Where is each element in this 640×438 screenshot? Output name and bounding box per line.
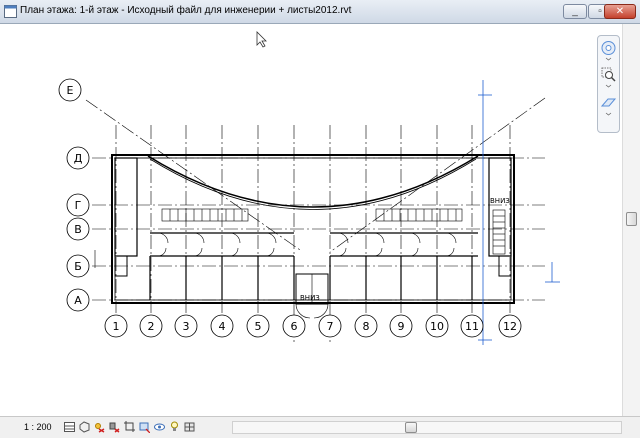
grid-bubble-6[interactable]: 6	[282, 314, 306, 338]
grid-bubble-11[interactable]: 11	[460, 314, 484, 338]
window-title: План этажа: 1-й этаж - Исходный файл для…	[20, 5, 352, 16]
grid-label-А: А	[74, 294, 82, 307]
view-2d-icon[interactable]	[600, 94, 617, 116]
zoom-region-icon[interactable]	[600, 66, 617, 88]
grid-bubble-Д[interactable]: Д	[66, 146, 90, 170]
grid-bubble-7[interactable]: 7	[318, 314, 342, 338]
diagonal-grid-line	[85, 99, 301, 251]
row-grid-lines	[92, 157, 545, 301]
horizontal-scrollbar[interactable]	[232, 421, 622, 434]
view-window-icon	[4, 5, 17, 18]
steering-wheel-icon[interactable]	[600, 39, 617, 61]
vertical-scrollbar[interactable]	[622, 24, 640, 416]
stair-label-right: ВНИЗ	[490, 197, 510, 205]
title-bar: План этажа: 1-й этаж - Исходный файл для…	[0, 0, 640, 24]
stair-label-entrance: ВНИЗ	[300, 294, 320, 302]
grid-bubble-3[interactable]: 3	[174, 314, 198, 338]
grid-bubble-12[interactable]: 12	[498, 314, 522, 338]
grid-bubble-Г[interactable]: Г	[66, 193, 90, 217]
grid-label-Г: Г	[75, 199, 82, 212]
grid-label-4: 4	[219, 320, 226, 333]
grid-label-1: 1	[113, 320, 120, 333]
shadows-icon[interactable]	[109, 421, 120, 433]
grid-bubble-Е[interactable]: Е	[58, 78, 82, 102]
show-crop-icon[interactable]	[139, 421, 150, 433]
door-swings	[157, 232, 457, 319]
interior-stairs	[161, 208, 506, 255]
vertical-scroll-thumb[interactable]	[626, 212, 637, 226]
grid-label-8: 8	[363, 320, 370, 333]
grid-label-10: 10	[430, 320, 444, 333]
grid-label-12: 12	[503, 320, 517, 333]
building-walls	[111, 154, 515, 305]
horizontal-scroll-thumb[interactable]	[405, 422, 417, 433]
view-scale[interactable]: 1 : 200	[24, 422, 52, 432]
reveal-hidden-icon[interactable]	[169, 421, 180, 433]
mouse-cursor-icon	[256, 31, 267, 48]
dimension-markers	[478, 80, 560, 345]
grid-label-В: В	[74, 223, 82, 236]
grid-bubble-В[interactable]: В	[66, 217, 90, 241]
drawing-canvas[interactable]: ВНИЗ ВНИЗ Е Д Г В Б А 1 2 3 4 5 6 7 8 9 …	[0, 24, 622, 416]
grid-label-7: 7	[327, 320, 334, 333]
floor-plan-drawing[interactable]: ВНИЗ ВНИЗ Е Д Г В Б А 1 2 3 4 5 6 7 8 9 …	[0, 24, 622, 416]
grid-bubble-1[interactable]: 1	[104, 314, 128, 338]
temporary-hide-icon[interactable]	[154, 421, 165, 433]
sun-path-icon[interactable]	[94, 421, 105, 433]
grid-bubble-5[interactable]: 5	[246, 314, 270, 338]
grid-label-9: 9	[398, 320, 405, 333]
analytical-model-icon[interactable]	[184, 421, 195, 433]
grid-label-11: 11	[465, 320, 479, 333]
detail-level-icon[interactable]	[64, 421, 75, 433]
navigation-bar	[597, 35, 620, 133]
grid-label-Е: Е	[67, 84, 74, 97]
view-control-bar: 1 : 200	[0, 416, 640, 438]
grid-bubble-8[interactable]: 8	[354, 314, 378, 338]
grid-bubble-Б[interactable]: Б	[66, 254, 90, 278]
grid-bubble-9[interactable]: 9	[389, 314, 413, 338]
grid-label-3: 3	[183, 320, 190, 333]
grid-bubble-2[interactable]: 2	[139, 314, 163, 338]
grid-label-2: 2	[148, 320, 155, 333]
grid-bubble-4[interactable]: 4	[210, 314, 234, 338]
grid-bubble-10[interactable]: 10	[425, 314, 449, 338]
grid-label-Д: Д	[74, 152, 83, 165]
crop-view-icon[interactable]	[124, 421, 135, 433]
grid-bubble-А[interactable]: А	[66, 288, 90, 312]
grid-label-5: 5	[255, 320, 262, 333]
close-button[interactable]: ✕	[604, 4, 636, 19]
grid-label-Б: Б	[74, 260, 82, 273]
visual-style-icon[interactable]	[79, 421, 90, 433]
minimize-button[interactable]: _	[563, 4, 587, 19]
grid-label-6: 6	[291, 320, 298, 333]
